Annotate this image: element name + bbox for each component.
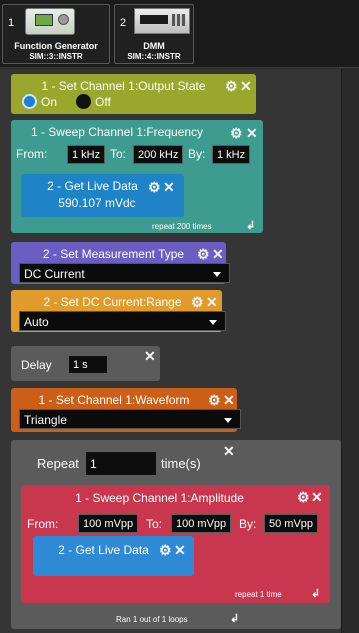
- gear-icon[interactable]: ⚙: [208, 393, 221, 407]
- instrument-dmm[interactable]: 2 DMM SIM::4::INSTR: [114, 4, 194, 64]
- block-title: 2 - Set Measurement Type: [42, 247, 185, 261]
- delay-block[interactable]: Delay 1 s ✕: [11, 346, 160, 381]
- close-icon[interactable]: ✕: [144, 349, 156, 363]
- loop-icon: ↲: [246, 220, 256, 232]
- chevron-down-icon: [209, 320, 217, 325]
- instrument-index: 1: [8, 17, 15, 29]
- repeat-count-text: repeat 200 times: [152, 222, 212, 231]
- close-icon[interactable]: ✕: [212, 247, 224, 261]
- radio-on-label: On: [41, 95, 58, 109]
- block-title: 1 - Sweep Channel 1:Frequency: [30, 125, 204, 139]
- by-input[interactable]: 50 mVpp: [264, 514, 319, 533]
- instrument-name: Function Generator: [14, 41, 98, 51]
- set-measurement-type-block[interactable]: 2 - Set Measurement Type ⚙ ✕ DC Current: [11, 242, 230, 284]
- to-label: To:: [110, 147, 127, 161]
- gear-icon[interactable]: ⚙: [297, 490, 310, 504]
- gear-icon[interactable]: ⚙: [225, 79, 238, 93]
- gear-icon[interactable]: ⚙: [191, 295, 204, 309]
- gear-icon[interactable]: ⚙: [148, 180, 161, 194]
- by-label: By:: [239, 517, 257, 531]
- close-icon[interactable]: ✕: [240, 79, 252, 93]
- dc-range-select[interactable]: Auto: [19, 311, 226, 331]
- loop-icon: ↲: [230, 613, 240, 625]
- delay-input[interactable]: 1 s: [68, 355, 108, 374]
- selected-value: DC Current: [24, 267, 85, 281]
- set-waveform-block[interactable]: 1 - Set Channel 1:Waveform ⚙ ✕ Triangle: [11, 388, 241, 432]
- waveform-select[interactable]: Triangle: [19, 409, 241, 429]
- chevron-down-icon: [213, 272, 221, 277]
- from-input[interactable]: 1 kHz: [67, 145, 106, 164]
- close-icon[interactable]: ✕: [223, 444, 235, 458]
- live-data-value: 590.107 mVdc: [58, 196, 136, 210]
- set-dc-current-range-block[interactable]: 2 - Set DC Current:Range ⚙ ✕ Auto: [11, 290, 226, 332]
- block-title: 1 - Set Channel 1:Output State: [41, 79, 206, 93]
- block-title: 1 - Set Channel 1:Waveform: [38, 393, 190, 407]
- chevron-down-icon: [224, 418, 232, 423]
- from-input[interactable]: 100 mVpp: [78, 514, 139, 533]
- dmm-icon: [134, 8, 190, 34]
- close-icon[interactable]: ✕: [206, 295, 218, 309]
- from-label: From:: [27, 517, 59, 531]
- to-input[interactable]: 100 mVpp: [171, 514, 232, 533]
- radio-off[interactable]: [76, 94, 91, 109]
- to-input[interactable]: 200 kHz: [133, 145, 184, 164]
- from-label: From:: [16, 147, 48, 161]
- repeat-unit-label: time(s): [161, 456, 201, 471]
- measurement-type-select[interactable]: DC Current: [19, 263, 230, 283]
- block-title: 2 - Set DC Current:Range: [43, 295, 182, 309]
- gear-icon[interactable]: ⚙: [159, 543, 172, 557]
- close-icon[interactable]: ✕: [223, 393, 235, 407]
- by-label: By:: [188, 147, 206, 161]
- instrument-address: SIM::4::INSTR: [127, 52, 181, 61]
- get-live-data-block[interactable]: 2 - Get Live Data ⚙ ✕ 590.107 mVdc: [21, 174, 184, 217]
- vertical-scrollbar[interactable]: [341, 69, 359, 633]
- close-icon[interactable]: ✕: [163, 180, 175, 194]
- repeat-input[interactable]: 1: [85, 451, 157, 476]
- close-icon[interactable]: ✕: [246, 126, 258, 140]
- output-state-block[interactable]: 1 - Set Channel 1:Output State ⚙ ✕ On Of…: [11, 74, 256, 114]
- gear-icon[interactable]: ⚙: [230, 126, 243, 140]
- block-title: 1 - Sweep Channel 1:Amplitude: [75, 491, 244, 505]
- by-input[interactable]: 1 kHz: [212, 145, 251, 164]
- repeat-count-text: repeat 1 time: [235, 590, 282, 599]
- delay-label: Delay: [21, 358, 52, 372]
- repeat-label: Repeat: [37, 456, 79, 471]
- instrument-function-generator[interactable]: 1 Function Generator SIM::3::INSTR: [2, 4, 110, 64]
- gear-icon[interactable]: ⚙: [197, 247, 210, 261]
- radio-on[interactable]: [22, 94, 37, 109]
- instrument-index: 2: [120, 17, 127, 29]
- selected-value: Triangle: [24, 413, 67, 427]
- function-generator-icon: [25, 8, 75, 35]
- instrument-name: DMM: [143, 41, 165, 51]
- close-icon[interactable]: ✕: [174, 543, 186, 557]
- loop-icon: ↲: [311, 588, 321, 600]
- instrument-address: SIM::3::INSTR: [29, 52, 83, 61]
- loop-status-text: Ran 1 out of 1 loops: [116, 615, 188, 624]
- to-label: To:: [146, 517, 163, 531]
- get-live-data-block-2[interactable]: 2 - Get Live Data ⚙ ✕: [33, 536, 194, 576]
- close-icon[interactable]: ✕: [311, 490, 323, 504]
- instrument-bar: 1 Function Generator SIM::3::INSTR 2 DMM…: [0, 0, 359, 68]
- radio-off-label: Off: [95, 95, 111, 109]
- selected-value: Auto: [24, 315, 49, 329]
